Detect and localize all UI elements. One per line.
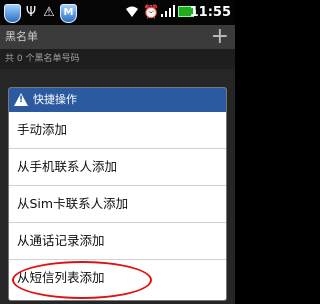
warning-icon: !	[14, 93, 28, 106]
menu-item-from-phone-contacts[interactable]: 从手机联系人添加	[9, 149, 226, 186]
usb-debug-icon: ⚠	[43, 5, 55, 20]
shield-icon	[4, 4, 21, 23]
menu-item-from-sim-contacts[interactable]: 从Sim卡联系人添加	[9, 186, 226, 223]
menu-item-from-sms-list[interactable]: 从短信列表添加	[9, 260, 226, 297]
quick-actions-dialog: ! 快捷操作 手动添加 从手机联系人添加 从Sim卡联系人添加 从通话记录添加 …	[9, 88, 226, 300]
menu-item-from-call-log[interactable]: 从通话记录添加	[9, 223, 226, 260]
menu-item-label: 从手机联系人添加	[17, 159, 118, 174]
count-bar: 共 0 个黑名单号码	[0, 49, 235, 69]
page-title: 黑名单	[5, 30, 38, 43]
app-bar: 黑名单 +	[0, 25, 235, 49]
usb-icon: Ψ	[25, 5, 37, 20]
menu-item-label: 从Sim卡联系人添加	[17, 196, 129, 211]
add-icon[interactable]: +	[211, 25, 229, 49]
menu-item-label: 从短信列表添加	[17, 270, 105, 285]
status-bar: Ψ ⚠ M ⏰ 11:55	[0, 0, 235, 25]
dialog-title: 快捷操作	[33, 93, 77, 106]
clock: 11:55	[189, 5, 231, 20]
dialog-header: ! 快捷操作	[9, 88, 226, 112]
menu-item-label: 手动添加	[17, 122, 68, 137]
menu-item-label: 从通话记录添加	[17, 233, 105, 248]
security-shield-icon: M	[60, 4, 77, 23]
wifi-icon	[124, 4, 140, 21]
alarm-icon: ⏰	[143, 5, 160, 20]
menu-item-manual-add[interactable]: 手动添加	[9, 112, 226, 149]
blacklist-count: 共 0 个黑名单号码	[5, 54, 80, 64]
signal-icon	[160, 4, 176, 21]
